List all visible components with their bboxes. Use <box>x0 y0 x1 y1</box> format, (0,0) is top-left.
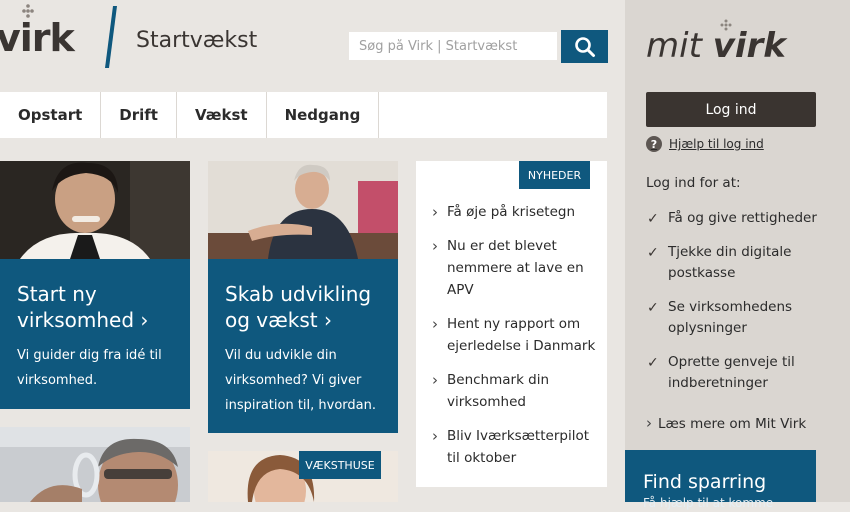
card-description: Vil du udvikle din virksomhed? Vi giver … <box>225 348 377 413</box>
card-title[interactable]: Skab udvikling og vækst › <box>225 281 382 333</box>
login-for-heading: Log ind for at: <box>646 175 741 191</box>
search-button[interactable] <box>561 30 608 63</box>
mit-virk-logo: mit virk <box>646 26 786 66</box>
find-sparring-box[interactable]: Find sparring Få hjælp til at komme <box>625 450 816 510</box>
find-sparring-title: Find sparring <box>643 471 767 493</box>
help-link-label: Hjælp til log ind <box>669 137 764 151</box>
nav-item-drift[interactable]: Drift <box>101 92 177 138</box>
nav-item-opstart[interactable]: Opstart <box>0 92 102 138</box>
card-start-ny-virksomhed[interactable]: Start ny virksomhed › Vi guider dig fra … <box>0 259 190 409</box>
benefit-item: ✓ Få og give rettigheder <box>646 208 836 229</box>
find-sparring-subtitle: Få hjælp til at komme <box>643 496 774 510</box>
card-description: Vi guider dig fra idé til virksomhed. <box>17 348 162 388</box>
lens-man-photo <box>0 427 190 502</box>
mit-virk-sidebar: mit virk Log ind ? Hjælp til log ind Log… <box>625 0 850 510</box>
login-help-link[interactable]: ? Hjælp til log ind <box>646 136 764 152</box>
question-icon: ? <box>646 136 662 152</box>
nav-item-vaekst[interactable]: Vækst <box>177 92 267 138</box>
chevron-right-icon: › <box>323 308 332 332</box>
site-title: Startvækst <box>136 28 258 53</box>
news-item[interactable]: › Bliv Iværksætterpilot til oktober <box>432 425 597 469</box>
chevron-right-icon: › <box>432 371 438 389</box>
chevron-right-icon: › <box>432 237 438 255</box>
benefit-item: ✓ Oprette genveje til indberetninger <box>647 354 795 391</box>
chef-photo <box>0 161 190 259</box>
chevron-right-icon: › <box>140 308 149 332</box>
chevron-right-icon: › <box>646 414 652 432</box>
news-item[interactable]: › Nu er det blevet nemmere at lave en APV <box>432 235 597 301</box>
virk-logo[interactable]: virk <box>0 12 75 64</box>
chevron-right-icon: › <box>432 203 438 221</box>
checkmark-icon: ✓ <box>647 211 659 227</box>
news-panel: NYHEDER › Få øje på krisetegn › Nu er det … <box>416 161 607 487</box>
news-item[interactable]: › Hent ny rapport om ejerledelse i Danmar… <box>432 313 597 357</box>
main-nav: Opstart Drift Vækst Nedgang <box>0 92 607 138</box>
news-item[interactable]: › Få øje på krisetegn <box>432 201 597 223</box>
checkmark-icon: ✓ <box>647 300 659 316</box>
chevron-right-icon: › <box>432 315 438 333</box>
news-badge: NYHEDER <box>519 161 590 189</box>
vaeksthuse-badge: VÆKSTHUSE <box>299 451 381 479</box>
card-title[interactable]: Start ny virksomhed › <box>17 281 174 333</box>
search-input[interactable] <box>349 32 557 60</box>
checkmark-icon: ✓ <box>647 245 659 261</box>
benefit-item: ✓ Tjekke din digitale postkasse <box>647 244 792 281</box>
checkmark-icon: ✓ <box>647 355 659 371</box>
read-more-link[interactable]: › Læs mere om Mit Virk <box>646 414 806 432</box>
chevron-right-icon: › <box>432 427 438 445</box>
search-icon <box>574 36 595 57</box>
benefits-list: ✓ Få og give rettigheder ✓ Tjekke din digi… <box>646 208 836 407</box>
news-list: › Få øje på krisetegn › Nu er det blevet n… <box>432 201 597 481</box>
login-button[interactable]: Log ind <box>646 92 816 127</box>
man-photo <box>208 161 398 259</box>
card-skab-udvikling[interactable]: Skab udvikling og vækst › Vil du udvikle… <box>208 259 398 433</box>
benefit-item: ✓ Se virksomhedens oplysninger <box>647 299 793 336</box>
news-item[interactable]: › Benchmark din virksomhed <box>432 369 597 413</box>
nav-item-nedgang[interactable]: Nedgang <box>267 92 380 138</box>
logo-divider <box>105 6 117 68</box>
